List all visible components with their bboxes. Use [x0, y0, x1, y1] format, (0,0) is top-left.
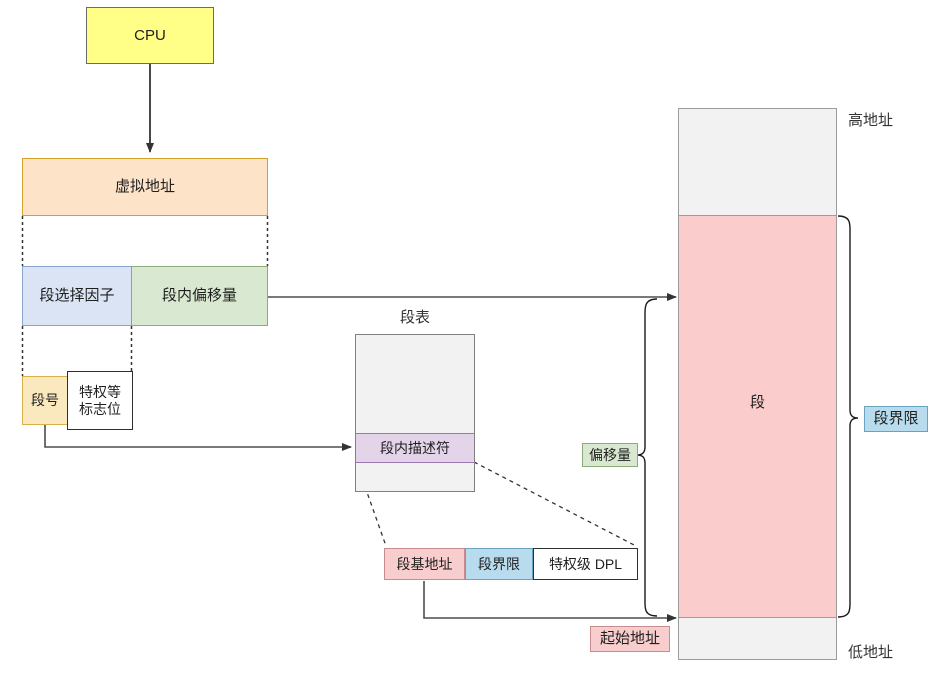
high-address-text: 高地址 — [848, 111, 894, 129]
in-segment-offset-box[interactable]: 段内偏移量 — [131, 266, 268, 326]
segment-table-title: 段表 — [378, 305, 452, 327]
segment-limit-brace-label[interactable]: 段界限 — [864, 406, 928, 432]
arrow-base-to-memory-start — [423, 581, 677, 622]
descriptor-limit-label: 段界限 — [478, 555, 520, 572]
virtual-address-box[interactable]: 虚拟地址 — [22, 158, 268, 216]
start-address-label[interactable]: 起始地址 — [590, 626, 670, 652]
segment-number-label: 段号 — [31, 392, 59, 409]
segment-descriptor-row[interactable]: 段内描述符 — [355, 433, 475, 463]
offset-brace-label[interactable]: 偏移量 — [582, 443, 638, 467]
leader-descriptor-right — [473, 461, 637, 547]
segment-selector-box[interactable]: 段选择因子 — [22, 266, 132, 326]
brace-segment-limit — [837, 215, 859, 618]
descriptor-base-cell[interactable]: 段基地址 — [384, 548, 465, 580]
segment-table-title-label: 段表 — [399, 308, 430, 326]
segment-descriptor-label: 段内描述符 — [380, 439, 450, 456]
segment-limit-brace-text: 段界限 — [873, 410, 919, 428]
memory-column-lower — [678, 617, 837, 660]
descriptor-limit-cell[interactable]: 段界限 — [465, 548, 533, 580]
offset-brace-text: 偏移量 — [589, 446, 631, 463]
start-address-text: 起始地址 — [599, 630, 660, 648]
privilege-flag-label: 特权等 标志位 — [79, 384, 121, 417]
descriptor-dpl-label: 特权级 DPL — [548, 555, 623, 572]
low-address-text: 低地址 — [848, 643, 894, 661]
virtual-address-label: 虚拟地址 — [114, 178, 175, 196]
in-segment-offset-label: 段内偏移量 — [161, 287, 237, 305]
brace-offset — [636, 298, 658, 617]
cpu-label: CPU — [134, 26, 166, 44]
memory-column-upper — [678, 108, 837, 216]
descriptor-dpl-cell[interactable]: 特权级 DPL — [533, 548, 638, 580]
memory-segment-block[interactable]: 段 — [678, 215, 837, 618]
low-address-label: 低地址 — [848, 640, 928, 662]
memory-segment-label: 段 — [749, 394, 765, 411]
descriptor-base-label: 段基地址 — [396, 555, 453, 572]
segment-table-box[interactable] — [355, 334, 475, 492]
high-address-label: 高地址 — [848, 108, 928, 130]
diagram-canvas: CPU 虚拟地址 段选择因子 段内偏移量 段号 特权等 标志位 段表 段内描述符… — [0, 0, 946, 685]
segment-selector-label: 段选择因子 — [39, 287, 115, 305]
segment-number-box[interactable]: 段号 — [22, 376, 68, 425]
privilege-flag-box[interactable]: 特权等 标志位 — [67, 371, 133, 430]
cpu-box[interactable]: CPU — [86, 7, 214, 64]
